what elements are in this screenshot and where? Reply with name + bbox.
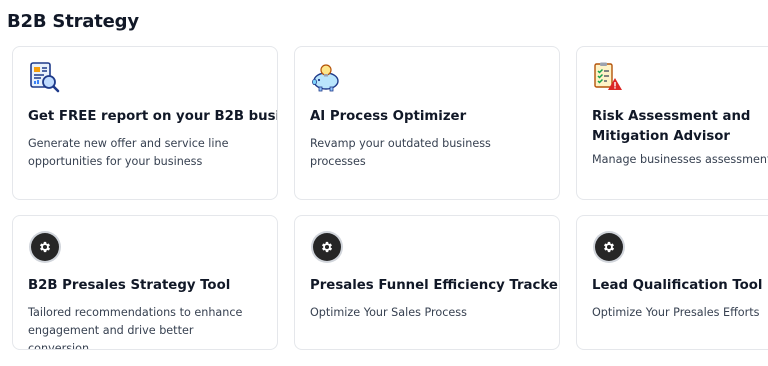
section-title: B2B Strategy [7,11,139,32]
card-title: Get FREE report on your B2B business [28,109,278,124]
card-title: Presales Funnel Efficiency Tracker [310,278,560,293]
report-search-icon [28,61,60,93]
card-description: Optimize Your Sales Process [310,306,467,319]
tool-card-presales-funnel-tracker[interactable]: Presales Funnel Efficiency Tracker Optim… [294,215,560,350]
card-description: Tailored recommendations to enhance enga… [28,306,243,350]
tool-card-lead-qualification[interactable]: Lead Qualification Tool Optimize Your Pr… [576,215,768,350]
gear-icon [31,233,59,261]
gear-icon-wrap [310,230,342,262]
card-description: Revamp your outdated business processes [310,137,491,168]
gear-icon [595,233,623,261]
gear-icon-wrap [592,230,624,262]
checklist-warning-icon [592,61,624,93]
tool-card-risk-assessment[interactable]: Risk Assessment and Mitigation Advisor M… [576,46,768,200]
card-title: Lead Qualification Tool [592,278,763,293]
card-title: AI Process Optimizer [310,109,467,124]
card-description: Optimize Your Presales Efforts [592,306,760,319]
gear-icon [313,233,341,261]
piggy-bank-bulb-icon [310,61,342,93]
page: B2B Strategy Get FREE report on your B2B… [0,0,768,366]
card-description: Generate new offer and service line oppo… [28,137,229,168]
card-title: B2B Presales Strategy Tool [28,278,231,293]
tool-card-free-report[interactable]: Get FREE report on your B2B business Gen… [12,46,278,200]
card-description: Manage businesses assessment re mitigate… [592,153,768,166]
card-title: Risk Assessment and Mitigation Advisor [592,109,751,144]
tool-card-b2b-presales-strategy[interactable]: B2B Presales Strategy Tool Tailored reco… [12,215,278,350]
gear-icon-wrap [28,230,60,262]
tool-card-ai-process-optimizer[interactable]: AI Process Optimizer Revamp your outdate… [294,46,560,200]
